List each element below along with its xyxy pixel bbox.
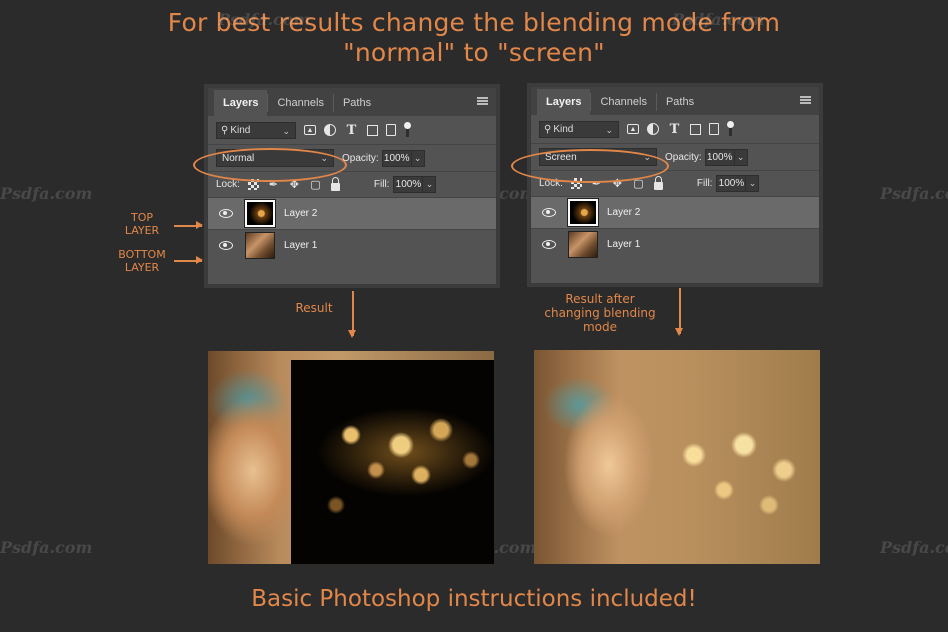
filter-kind-value: Kind [553, 123, 574, 135]
filter-row: ⚲ Kind ⌄ ▲ T [208, 116, 496, 144]
top-layer-arrow [174, 222, 203, 228]
headline-line-2: "normal" to "screen" [343, 38, 605, 67]
footer-text: Basic Photoshop instructions included! [251, 586, 697, 612]
result-photo-normal [208, 351, 494, 564]
image-filter-icon[interactable]: ▲ [304, 125, 316, 135]
panel-menu-icon[interactable] [477, 97, 488, 105]
watermark: Psdfa.com [880, 538, 948, 557]
fill-label: Fill: [696, 178, 713, 189]
fill-label: Fill: [373, 179, 390, 190]
layer-thumbnail [568, 231, 598, 258]
adjustment-filter-icon[interactable] [647, 123, 659, 135]
panel-tabs: Layers Channels Paths [531, 87, 819, 115]
filter-kind-value: Kind [230, 124, 251, 136]
layer-thumbnail [245, 232, 275, 259]
fill-input[interactable]: 100% [716, 175, 747, 192]
search-icon: ⚲ [544, 123, 552, 135]
tab-channels[interactable]: Channels [268, 90, 332, 116]
opacity-label: Opacity: [342, 152, 379, 164]
type-filter-icon[interactable]: T [344, 123, 359, 138]
lock-artboard-icon[interactable]: ▢ [309, 178, 322, 191]
filter-kind-select[interactable]: ⚲ Kind ⌄ [539, 120, 619, 138]
watermark: Psdfa.com [672, 10, 765, 29]
opacity-chevron-icon[interactable]: ⌄ [411, 149, 425, 167]
tab-paths[interactable]: Paths [657, 89, 703, 115]
tab-channels[interactable]: Channels [591, 89, 655, 115]
watermark: Psdfa.com [0, 184, 93, 203]
watermark: Psdfa.com [218, 10, 311, 29]
result-caption-right: Result after changing blending mode [544, 292, 656, 334]
layer-row-2[interactable]: Layer 2 [208, 197, 496, 229]
result-arrow-right [676, 288, 682, 336]
layers-panel-screen: Layers Channels Paths ⚲ Kind ⌄ ▲ T Scree… [530, 86, 820, 284]
result-photo-screen [534, 350, 820, 564]
tab-layers[interactable]: Layers [537, 89, 591, 115]
bottom-layer-arrow [174, 257, 203, 263]
visibility-eye-icon[interactable] [542, 208, 556, 217]
top-layer-label: TOP LAYER [124, 211, 160, 237]
panel-tabs: Layers Channels Paths [208, 88, 496, 116]
visibility-eye-icon[interactable] [219, 209, 233, 218]
filter-toggle-icon[interactable] [404, 122, 411, 138]
result-caption-left: Result [295, 301, 333, 315]
blend-mode-highlight-oval [193, 148, 347, 182]
watermark: Psdfa.com [0, 538, 93, 557]
opacity-label: Opacity: [665, 151, 702, 163]
layer-row-2[interactable]: Layer 2 [531, 196, 819, 228]
lock-label: Lock: [216, 179, 240, 190]
image-filter-icon[interactable]: ▲ [627, 124, 639, 134]
filter-toggle-icon[interactable] [727, 121, 734, 137]
type-filter-icon[interactable]: T [667, 122, 682, 137]
visibility-eye-icon[interactable] [219, 241, 233, 250]
search-icon: ⚲ [221, 124, 229, 136]
layer-row-1[interactable]: Layer 1 [208, 229, 496, 261]
layer-name: Layer 2 [607, 207, 641, 218]
layers-panel-normal: Layers Channels Paths ⚲ Kind ⌄ ▲ T Norma… [207, 87, 497, 285]
tab-paths[interactable]: Paths [334, 90, 380, 116]
opacity-input[interactable]: 100% [381, 149, 412, 167]
layer-name: Layer 1 [607, 239, 641, 250]
headline-line-1: For best results change the blending mod… [167, 8, 781, 37]
filter-row: ⚲ Kind ⌄ ▲ T [531, 115, 819, 143]
filter-kind-select[interactable]: ⚲ Kind ⌄ [216, 121, 296, 139]
opacity-input[interactable]: 100% [704, 148, 735, 166]
chevron-down-icon: ⌄ [282, 125, 290, 136]
chevron-down-icon: ⌄ [605, 124, 613, 135]
layer-row-1[interactable]: Layer 1 [531, 228, 819, 260]
fill-chevron-icon[interactable]: ⌄ [423, 176, 437, 193]
shape-filter-icon[interactable] [690, 123, 701, 135]
fill-input[interactable]: 100% [393, 176, 424, 193]
blend-mode-highlight-oval [511, 149, 669, 183]
layer-name: Layer 1 [284, 240, 318, 251]
smart-object-filter-icon[interactable] [386, 124, 396, 136]
smart-object-filter-icon[interactable] [709, 123, 719, 135]
watermark: Psdfa.com [880, 184, 948, 203]
lock-all-icon[interactable] [653, 175, 663, 190]
bokeh-layer-normal [291, 360, 494, 564]
bottom-layer-label: BOTTOM LAYER [118, 248, 166, 274]
lock-all-icon[interactable] [330, 176, 340, 191]
fill-chevron-icon[interactable]: ⌄ [746, 175, 760, 192]
headline: For best results change the blending mod… [0, 8, 948, 68]
result-arrow-left [349, 291, 355, 338]
layer-name: Layer 2 [284, 208, 318, 219]
adjustment-filter-icon[interactable] [324, 124, 336, 136]
tab-layers[interactable]: Layers [214, 90, 268, 116]
shape-filter-icon[interactable] [367, 124, 378, 136]
opacity-chevron-icon[interactable]: ⌄ [734, 148, 748, 166]
layer-thumbnail [567, 198, 599, 227]
visibility-eye-icon[interactable] [542, 240, 556, 249]
panel-menu-icon[interactable] [800, 96, 811, 104]
layer-thumbnail [244, 199, 276, 228]
